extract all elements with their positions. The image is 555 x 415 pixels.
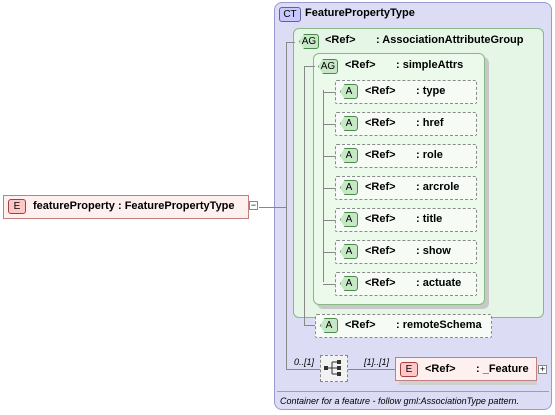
attribute-ref: <Ref> — [365, 117, 396, 129]
root-element-label: featureProperty : FeaturePropertyType — [33, 200, 235, 212]
attribute-ref: <Ref> — [365, 85, 396, 97]
connector-simple-attrs — [304, 66, 315, 67]
sequence-min-occurs: 0..[1] — [294, 357, 315, 367]
sequence-box[interactable] — [320, 355, 348, 382]
root-connector — [259, 207, 286, 208]
attribute-connector — [323, 220, 335, 221]
connector-remote-schema — [304, 325, 315, 326]
attribute-name: : actuate — [416, 277, 462, 289]
attrs-vertical-connector — [323, 90, 324, 282]
collapse-toggle[interactable]: − — [249, 201, 258, 210]
attribute-connector — [323, 124, 335, 125]
attribute-name: : href — [416, 117, 444, 129]
attribute-name: : show — [416, 245, 451, 257]
root-element-badge: E — [8, 199, 26, 214]
simple-attrs-ref: <Ref> — [345, 59, 376, 71]
attribute-ref: <Ref> — [365, 181, 396, 193]
feature-element-name: : _Feature — [476, 363, 529, 375]
documentation-text: Container for a feature - follow gml:Ass… — [280, 396, 519, 406]
connector-sequence — [286, 369, 320, 370]
attribute-ref: <Ref> — [365, 277, 396, 289]
ag-vertical-connector — [304, 66, 305, 326]
complex-type-badge: CT — [279, 7, 301, 22]
attribute-connector — [323, 284, 335, 285]
complex-type-title: FeaturePropertyType — [305, 7, 415, 19]
attribute-name: : arcrole — [416, 181, 460, 193]
feature-element-badge: E — [400, 362, 418, 377]
attribute-connector — [323, 92, 335, 93]
association-group-ref: <Ref> — [325, 34, 356, 46]
connector-feature — [348, 369, 395, 370]
association-group-name[interactable]: : AssociationAttributeGroup — [376, 34, 523, 46]
attribute-name: : role — [416, 149, 443, 161]
remote-schema-ref: <Ref> — [345, 319, 376, 331]
attribute-name: : type — [416, 85, 446, 97]
feature-element-ref: <Ref> — [425, 363, 456, 375]
attribute-connector — [323, 188, 335, 189]
simple-attrs-name[interactable]: : simpleAttrs — [396, 59, 463, 71]
attribute-ref: <Ref> — [365, 213, 396, 225]
main-vertical-connector — [286, 42, 287, 369]
sequence-icon — [324, 360, 341, 376]
expand-toggle[interactable]: + — [538, 365, 547, 374]
attribute-ref: <Ref> — [365, 245, 396, 257]
sequence-child-occurs: [1]..[1] — [364, 357, 390, 367]
attribute-ref: <Ref> — [365, 149, 396, 161]
remote-schema-name: : remoteSchema — [396, 319, 482, 331]
attribute-name: : title — [416, 213, 443, 225]
connector-ag — [286, 42, 295, 43]
attribute-connector — [323, 252, 335, 253]
attribute-connector — [323, 156, 335, 157]
documentation-divider — [277, 391, 549, 392]
